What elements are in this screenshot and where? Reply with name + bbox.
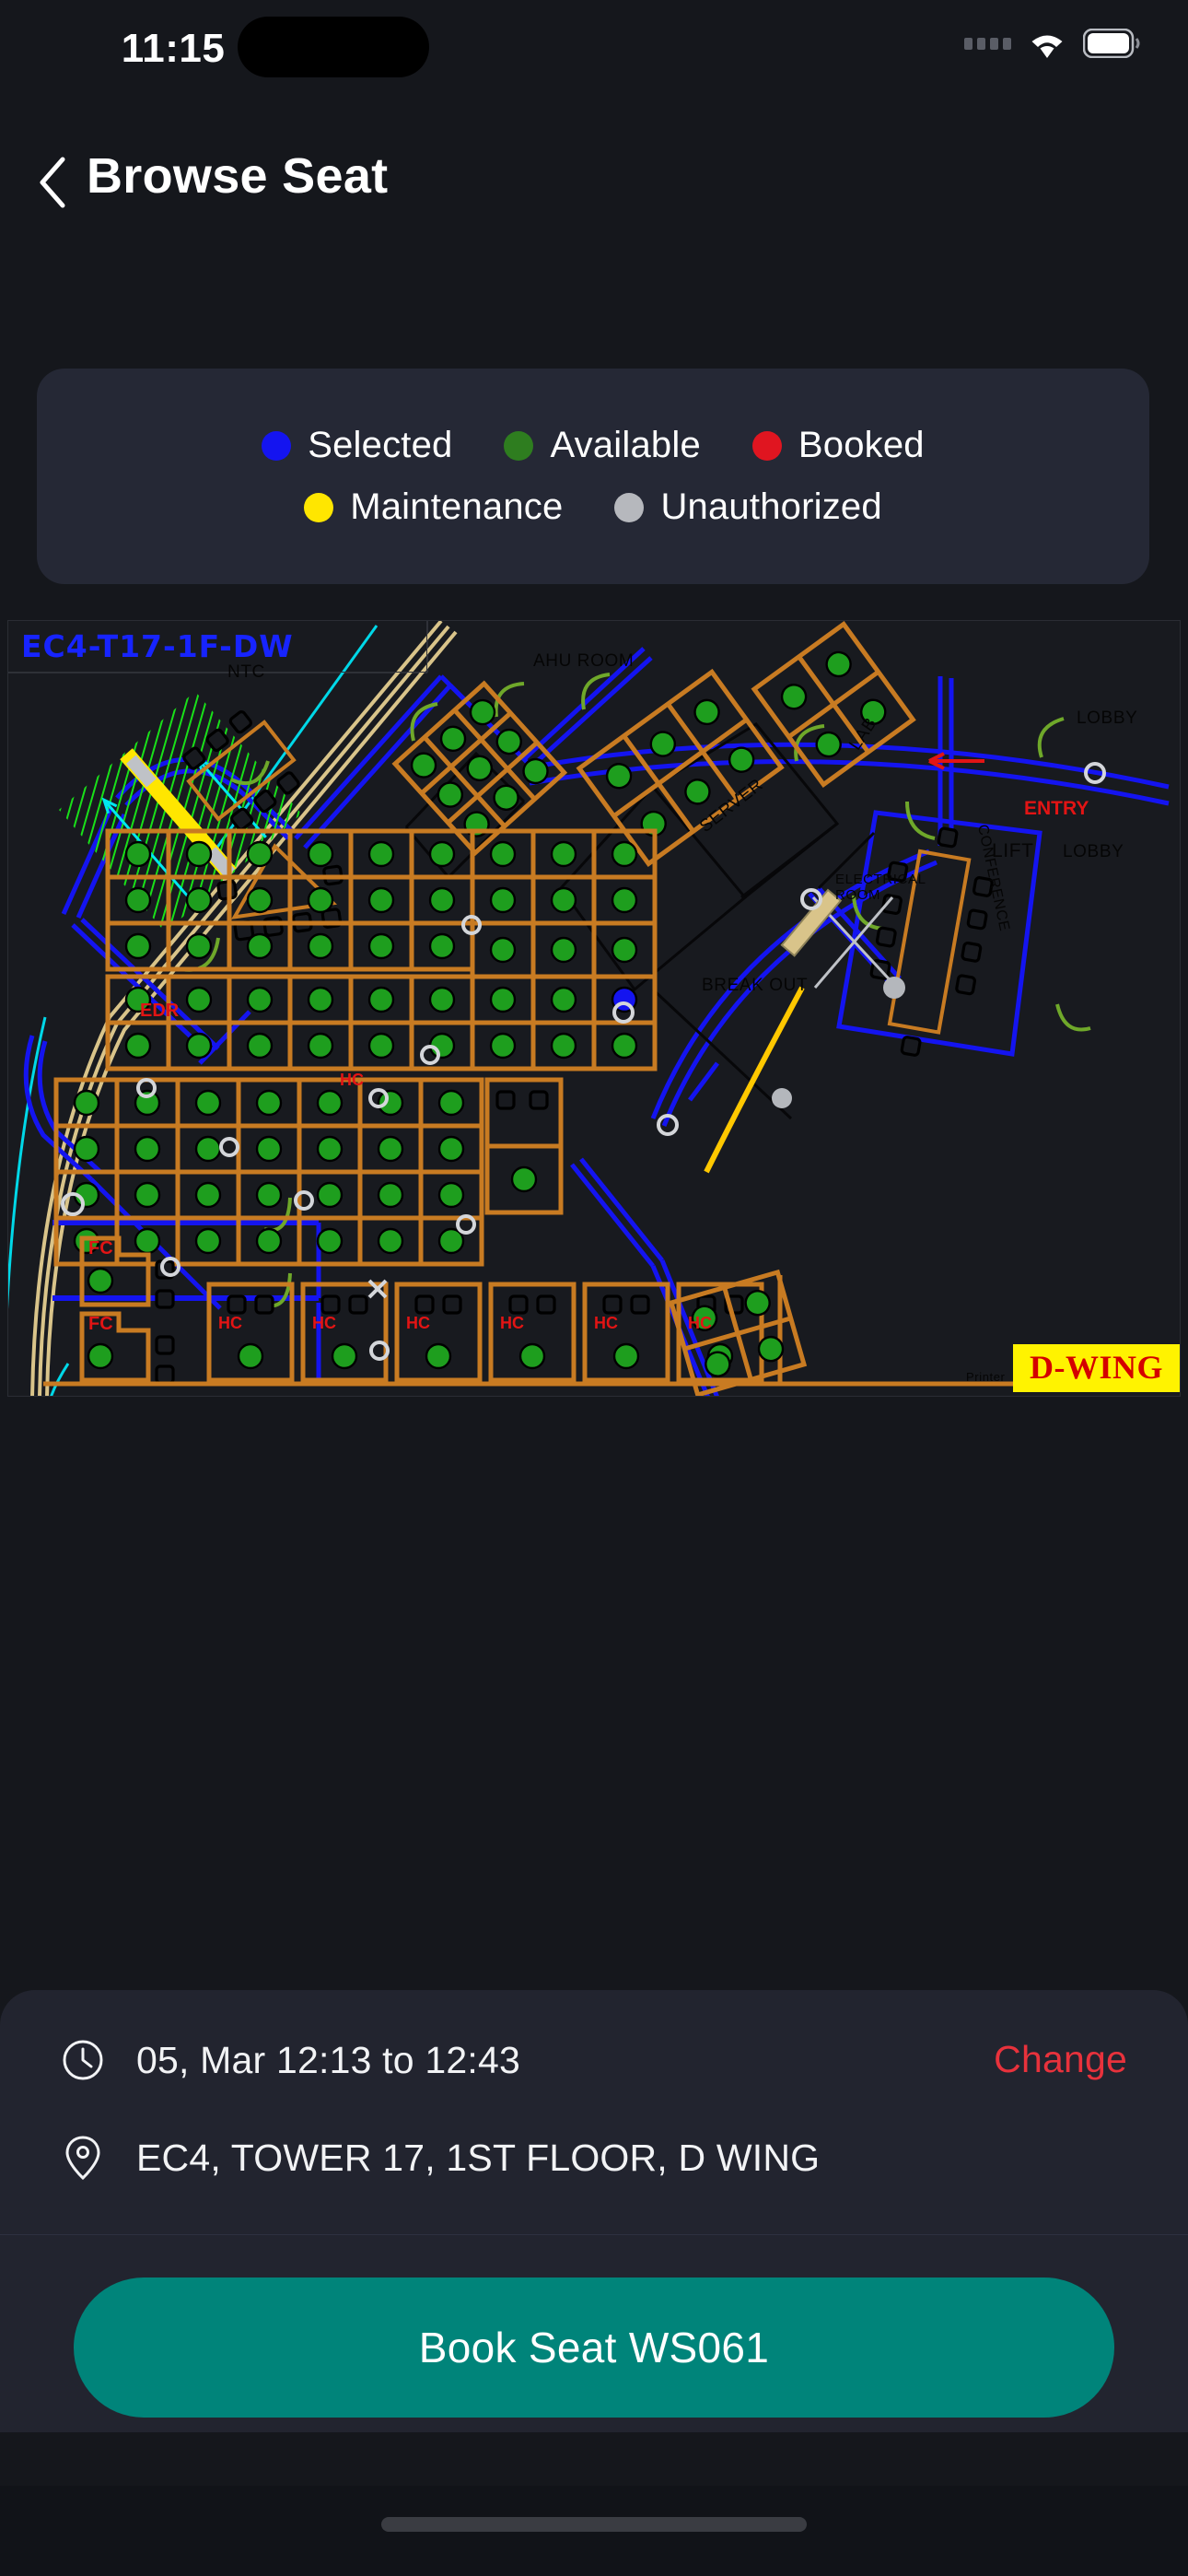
signal-dots-icon [964,37,1011,50]
room-label-lobby-top: LOBBY [1077,708,1138,728]
legend-item-available: Available [504,425,701,466]
room-label-electrical: ELECTRICAL ROOM [835,872,926,904]
home-indicator-zone [0,2486,1188,2576]
plan-code-label: EC4-T17-1F-DW [21,628,294,664]
annotation-edr: EDR [140,1001,180,1021]
annotation-hc-side: HC [340,1071,364,1089]
battery-icon [1083,29,1140,58]
room-label-breakout: BREAK OUT [702,976,809,995]
book-seat-button[interactable]: Book Seat WS061 [74,2277,1114,2418]
annotation-hc-5: HC [594,1314,618,1332]
annotation-hc-6: HC [688,1314,712,1332]
room-label-ntc: NTC [227,662,265,682]
wing-badge: D-WING [1013,1344,1180,1392]
room-label-lift: LIFT [992,840,1034,861]
room-label-lobby-mid: LOBBY [1063,842,1124,861]
booking-location-text: EC4, TOWER 17, 1ST FLOOR, D WING [136,2136,821,2179]
legend-label-selected: Selected [308,425,453,465]
home-indicator[interactable] [381,2517,807,2532]
legend-label-unauthorized: Unauthorized [660,486,882,527]
annotation-fc-1: FC [88,1238,113,1259]
legend-item-unauthorized: Unauthorized [614,486,882,528]
status-clock: 11:15 [121,26,226,71]
status-indicators [964,28,1140,59]
clock-icon [61,2038,105,2082]
wifi-icon [1026,28,1068,59]
annotation-hc-4: HC [500,1314,524,1332]
legend-label-booked: Booked [798,425,925,465]
seat-status-legend: Selected Available Booked Maintenance Un… [37,369,1149,584]
seat-block-upper-right [470,828,658,1071]
booking-time-row: 05, Mar 12:13 to 12:43 [61,2038,520,2082]
booking-summary-content: 05, Mar 12:13 to 12:43 Change EC4, TOWER… [0,1990,1188,2285]
legend-item-maintenance: Maintenance [304,486,563,528]
annotation-hc-3: HC [406,1314,430,1332]
legend-dot-available [504,430,534,461]
booking-time-text: 05, Mar 12:13 to 12:43 [136,2038,520,2081]
legend-item-booked: Booked [751,425,925,466]
legend-item-selected: Selected [262,425,452,466]
legend-row-2: Maintenance Unauthorized [304,486,882,528]
sheet-divider [0,2234,1188,2235]
page-title: Browse Seat [87,148,389,204]
status-bar: 11:15 [0,0,1188,120]
legend-dot-unauthorized [614,492,645,522]
legend-dot-booked [751,430,782,461]
floor-plan-viewport[interactable]: EC4-T17-1F-DW NTC AHU ROOM LOBBY LOBBY L… [7,620,1181,1397]
annotation-entry: ENTRY [1024,798,1089,819]
room-label-printer: Printer [966,1370,1006,1384]
booking-location-row: EC4, TOWER 17, 1ST FLOOR, D WING [61,2136,821,2181]
back-button[interactable] [20,146,85,219]
legend-dot-maintenance [304,492,334,522]
map-pin-icon [61,2136,105,2181]
annotation-hc-2: HC [312,1314,336,1332]
floor-plan-drawing[interactable] [8,621,1181,1397]
annotation-hc-1: HC [218,1314,242,1332]
phone-screen: 11:15 Browse Seat Selected Available Boo… [0,0,1188,2576]
legend-dot-selected [262,430,292,461]
legend-row-1: Selected Available Booked [262,425,925,466]
dynamic-island [238,17,429,77]
room-label-ahu: AHU ROOM [533,651,635,671]
legend-label-maintenance: Maintenance [350,486,564,527]
annotation-fc-2: FC [88,1314,113,1334]
change-booking-button[interactable]: Change [994,2038,1127,2081]
legend-label-available: Available [550,425,701,465]
page-header: Browse Seat [0,138,1188,230]
chevron-left-icon [40,157,65,208]
